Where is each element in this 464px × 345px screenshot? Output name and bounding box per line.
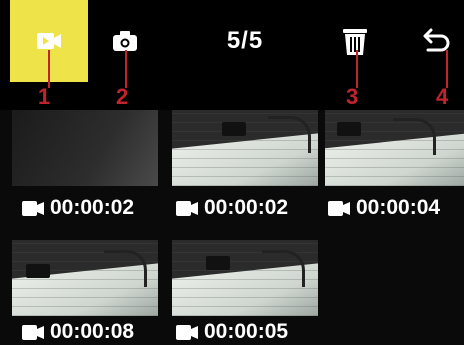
duration-text: 00:00:02 xyxy=(204,196,289,219)
video-thumbnail-2[interactable] xyxy=(172,110,318,186)
video-camera-icon xyxy=(37,33,61,49)
camera-icon xyxy=(113,31,137,51)
duration-text: 00:00:08 xyxy=(50,320,135,343)
callout-2: 2 xyxy=(116,84,129,109)
callout-line-1 xyxy=(48,50,50,88)
duration-text: 00:00:05 xyxy=(204,320,289,343)
trash-icon xyxy=(343,29,367,55)
video-camera-icon xyxy=(22,200,44,216)
video-camera-icon xyxy=(176,324,198,340)
video-thumbnail-5[interactable] xyxy=(172,240,318,316)
callout-3: 3 xyxy=(346,84,359,109)
thumbnail-label-2: 00:00:02 xyxy=(176,195,288,221)
callout-line-3 xyxy=(356,50,358,88)
duration-text: 00:00:02 xyxy=(50,196,135,219)
duration-text: 00:00:04 xyxy=(356,196,441,219)
back-button[interactable] xyxy=(412,0,462,82)
top-toolbar: 5/5 1 2 3 4 xyxy=(0,0,464,110)
video-camera-icon xyxy=(328,200,350,216)
thumbnail-label-4: 00:00:08 xyxy=(22,319,134,345)
callout-4: 4 xyxy=(436,84,449,109)
thumbnail-label-3: 00:00:04 xyxy=(328,195,440,221)
callout-line-4 xyxy=(446,50,448,88)
video-camera-icon xyxy=(176,200,198,216)
thumbnail-label-5: 00:00:05 xyxy=(176,319,288,345)
video-camera-icon xyxy=(22,324,44,340)
thumbnail-label-1: 00:00:02 xyxy=(22,195,134,221)
video-thumbnail-1[interactable] xyxy=(12,110,158,186)
callout-line-2 xyxy=(125,50,127,88)
file-counter: 5/5 xyxy=(226,27,264,54)
delete-button[interactable] xyxy=(330,0,380,82)
video-thumbnail-3[interactable] xyxy=(325,110,464,186)
callout-1: 1 xyxy=(38,84,51,109)
video-thumbnail-4[interactable] xyxy=(12,240,158,316)
